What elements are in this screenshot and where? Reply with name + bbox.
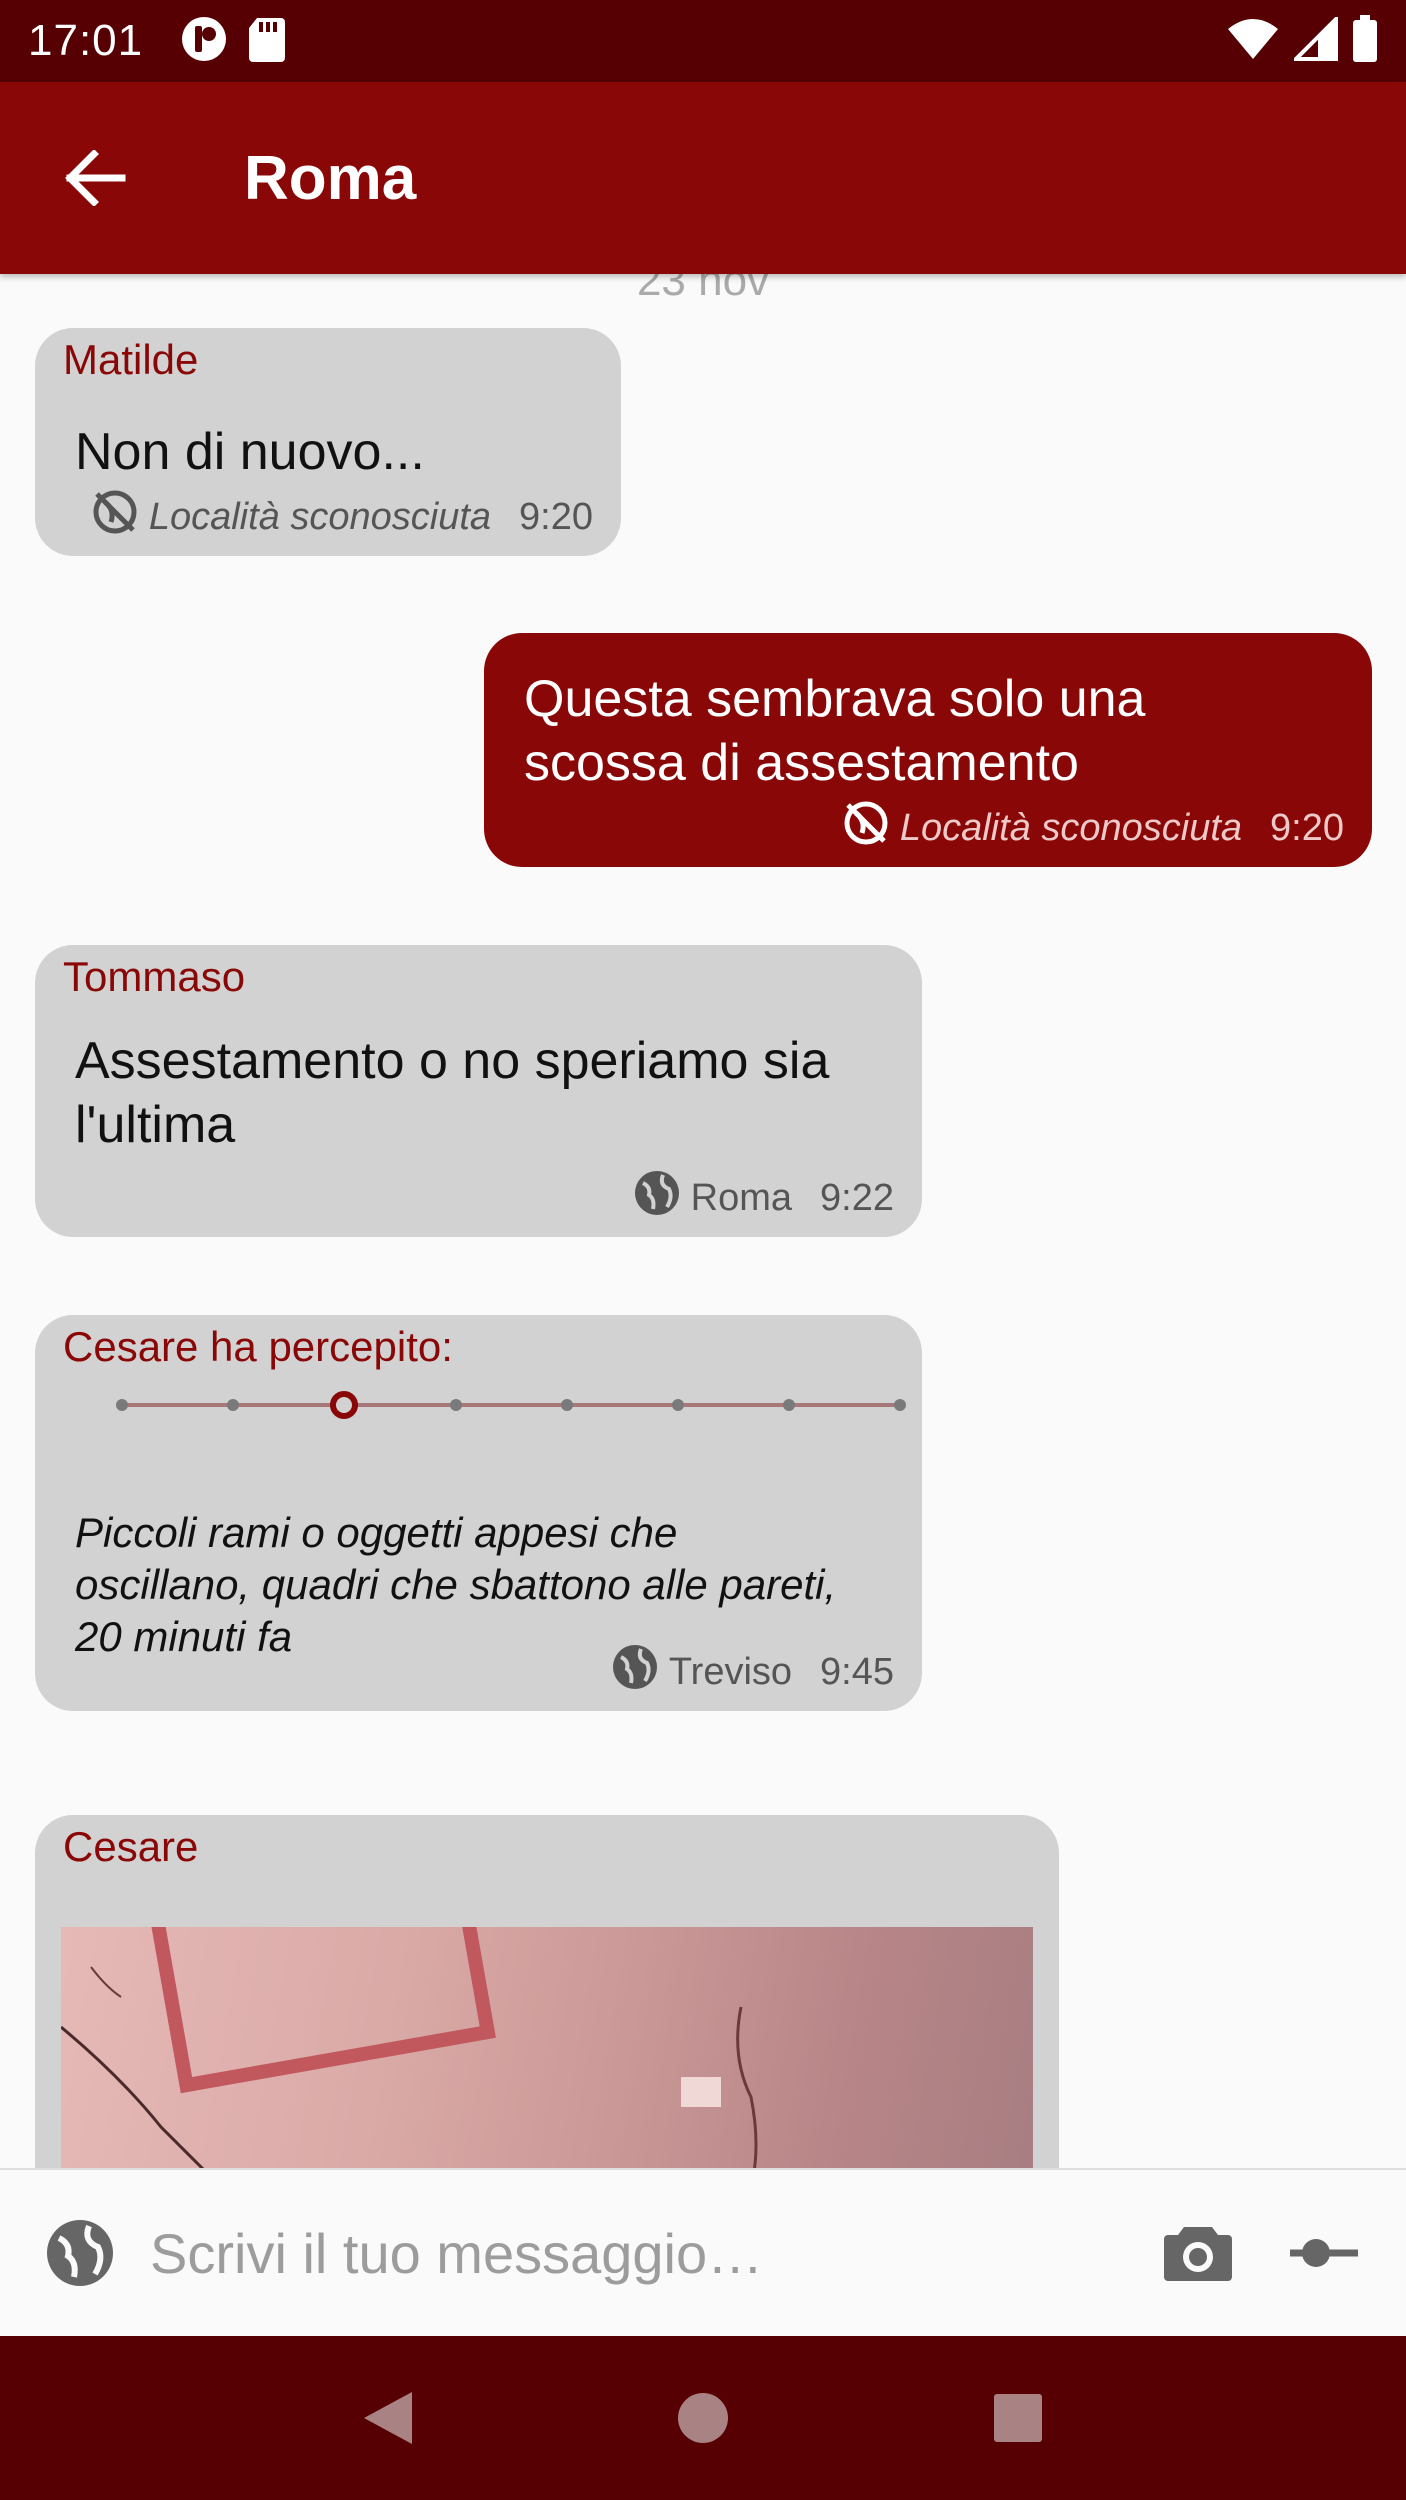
scale-step xyxy=(672,1399,684,1411)
scale-selected-step xyxy=(330,1391,358,1419)
message-list[interactable]: 23 nov Matilde Non di nuovo... Località … xyxy=(0,274,1406,2168)
message-text: Non di nuovo... xyxy=(75,423,425,481)
message-meta: Località sconosciuta 9:20 xyxy=(91,488,593,546)
nav-back-icon[interactable] xyxy=(348,2378,428,2458)
system-nav-bar xyxy=(0,2336,1406,2500)
location-off-icon xyxy=(91,488,139,546)
felt-report-bubble[interactable]: Cesare ha percepito: Piccoli rami o ogge… xyxy=(35,1315,922,1711)
message-time: 9:20 xyxy=(519,495,593,538)
nav-home-icon[interactable] xyxy=(663,2378,743,2458)
report-description-line1: Piccoli rami o oggetti appesi che xyxy=(75,1509,678,1556)
message-meta: Treviso 9:45 xyxy=(611,1643,894,1701)
send-slider-icon[interactable] xyxy=(1286,2215,1362,2291)
message-text-line1: Questa sembrava solo una xyxy=(524,670,1146,728)
globe-icon xyxy=(633,1169,681,1227)
message-composer xyxy=(0,2168,1406,2336)
camera-icon[interactable] xyxy=(1160,2215,1236,2291)
signal-icon xyxy=(1291,13,1338,66)
message-location: Località sconosciuta xyxy=(899,806,1243,849)
message-meta: Località sconosciuta 9:20 xyxy=(842,799,1344,857)
message-sender: Cesare xyxy=(63,1823,199,1870)
scale-step xyxy=(561,1399,573,1411)
report-description-line2: oscillano, quadri che sbattono alle pare… xyxy=(75,1561,837,1608)
date-separator: 23 nov xyxy=(636,274,770,305)
message-photo[interactable] xyxy=(61,1927,1033,2168)
message-time: 9:20 xyxy=(1270,806,1344,849)
message-bubble[interactable]: Tommaso Assestamento o no speriamo sia l… xyxy=(35,945,922,1237)
app-notification-icon xyxy=(179,14,229,69)
message-location: Località sconosciuta xyxy=(148,495,492,538)
message-bubble-outgoing[interactable]: Questa sembrava solo una scossa di asses… xyxy=(484,633,1372,867)
message-time: 9:45 xyxy=(820,1650,894,1693)
app-bar: Roma xyxy=(0,82,1406,274)
status-bar: 17:01 xyxy=(0,0,1406,82)
battery-icon xyxy=(1352,14,1378,68)
message-text-line2: scossa di assestamento xyxy=(524,734,1079,792)
status-time: 17:01 xyxy=(28,16,144,65)
wifi-icon xyxy=(1226,17,1280,66)
sd-card-icon xyxy=(247,16,287,67)
location-toggle-icon[interactable] xyxy=(44,2217,116,2289)
report-header: Cesare ha percepito: xyxy=(63,1323,453,1370)
scale-step xyxy=(227,1399,239,1411)
report-description-line3: 20 minuti fa xyxy=(75,1613,293,1660)
message-text-line2: l'ultima xyxy=(75,1096,236,1154)
message-bubble[interactable]: Matilde Non di nuovo... Località sconosc… xyxy=(35,328,621,556)
globe-icon xyxy=(611,1643,659,1701)
back-arrow-icon[interactable] xyxy=(60,143,130,213)
photo-message-bubble[interactable]: Cesare xyxy=(35,1815,1059,2168)
chat-title: Roma xyxy=(244,143,417,213)
intensity-scale xyxy=(90,1390,910,1420)
message-location: Roma xyxy=(690,1176,793,1219)
message-time: 9:22 xyxy=(820,1176,894,1219)
scale-step xyxy=(116,1399,128,1411)
message-sender: Matilde xyxy=(63,336,199,383)
scale-step xyxy=(783,1399,795,1411)
message-location: Treviso xyxy=(668,1650,793,1693)
message-sender: Tommaso xyxy=(63,953,246,1000)
nav-recents-icon[interactable] xyxy=(978,2378,1058,2458)
message-meta: Roma 9:22 xyxy=(633,1169,894,1227)
message-text-line1: Assestamento o no speriamo sia xyxy=(75,1032,830,1090)
scale-step xyxy=(894,1399,906,1411)
location-off-icon xyxy=(842,799,890,857)
message-input[interactable] xyxy=(150,2220,1130,2286)
scale-step xyxy=(450,1399,462,1411)
